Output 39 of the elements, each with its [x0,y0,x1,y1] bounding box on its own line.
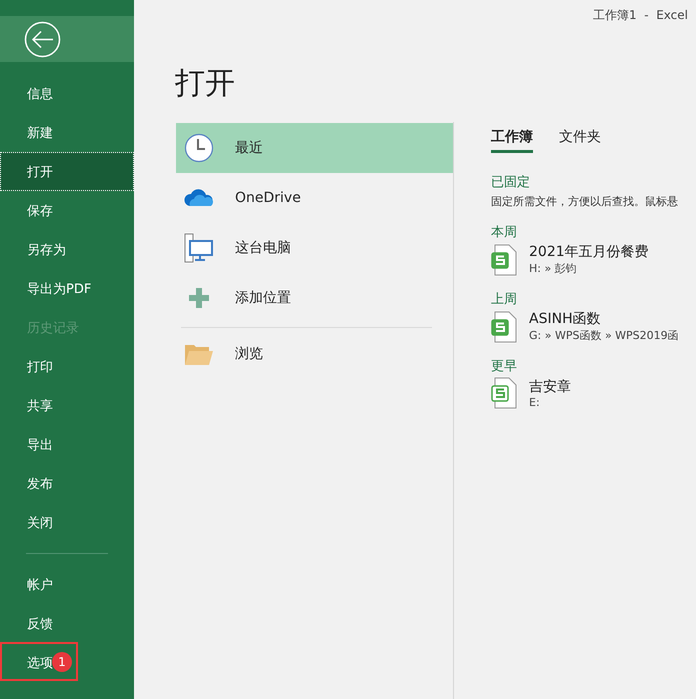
spreadsheet-file-icon [491,244,517,276]
tab[interactable]: 工作簿 [491,128,533,153]
menu-item[interactable]: 共享 [0,386,134,425]
menu-item[interactable]: 发布 [0,464,134,503]
file-path: G: » WPS函数 » WPS2019函 [529,328,679,343]
section-title: 已固定 [491,174,531,191]
menu-item[interactable]: 新建 [0,113,134,152]
file-name[interactable]: 吉安章 [529,378,571,396]
location-item[interactable]: OneDrive [176,173,453,223]
menu-item[interactable]: 打开 [0,152,134,191]
menu-item[interactable]: 帐户 [0,565,134,604]
file-path: E: [529,396,541,408]
menu-item[interactable]: 导出为PDF [0,269,134,308]
location-item[interactable]: 添加位置 [176,273,453,323]
computer-icon [183,232,215,264]
spreadsheet-file-icon [491,377,517,409]
menu-item[interactable]: 打印 [0,347,134,386]
menu-item[interactable]: 另存为 [0,230,134,269]
file-name[interactable]: ASINH函数 [529,310,679,328]
section-title: 上周 [491,291,518,308]
menu-item[interactable]: 关闭 [0,503,134,542]
location-item[interactable]: 最近 [176,123,453,173]
location-item[interactable]: 这台电脑 [176,223,453,273]
spreadsheet-file-icon [491,310,517,342]
menu-item[interactable]: 保存 [0,191,134,230]
file-name[interactable]: 2021年五月份餐费 [529,243,649,261]
pinned-hint: 固定所需文件，方便以后查找。鼠标悬 [491,194,679,209]
tab[interactable]: 文件夹 [559,128,601,153]
clock-icon [183,132,215,164]
location-item[interactable]: 浏览 [176,329,453,379]
section-title: 更早 [491,358,518,375]
menu-item[interactable]: 反馈 [0,604,134,643]
file-path: H: » 彭钧 [529,261,578,276]
section-title: 本周 [491,224,518,241]
page-heading: 打开 [175,65,236,103]
window-title: 工作簿1 - Excel [592,6,688,24]
menu-item[interactable]: 导出 [0,425,134,464]
menu-item[interactable]: 信息 [0,74,134,113]
step-badge: 1 [52,652,72,672]
